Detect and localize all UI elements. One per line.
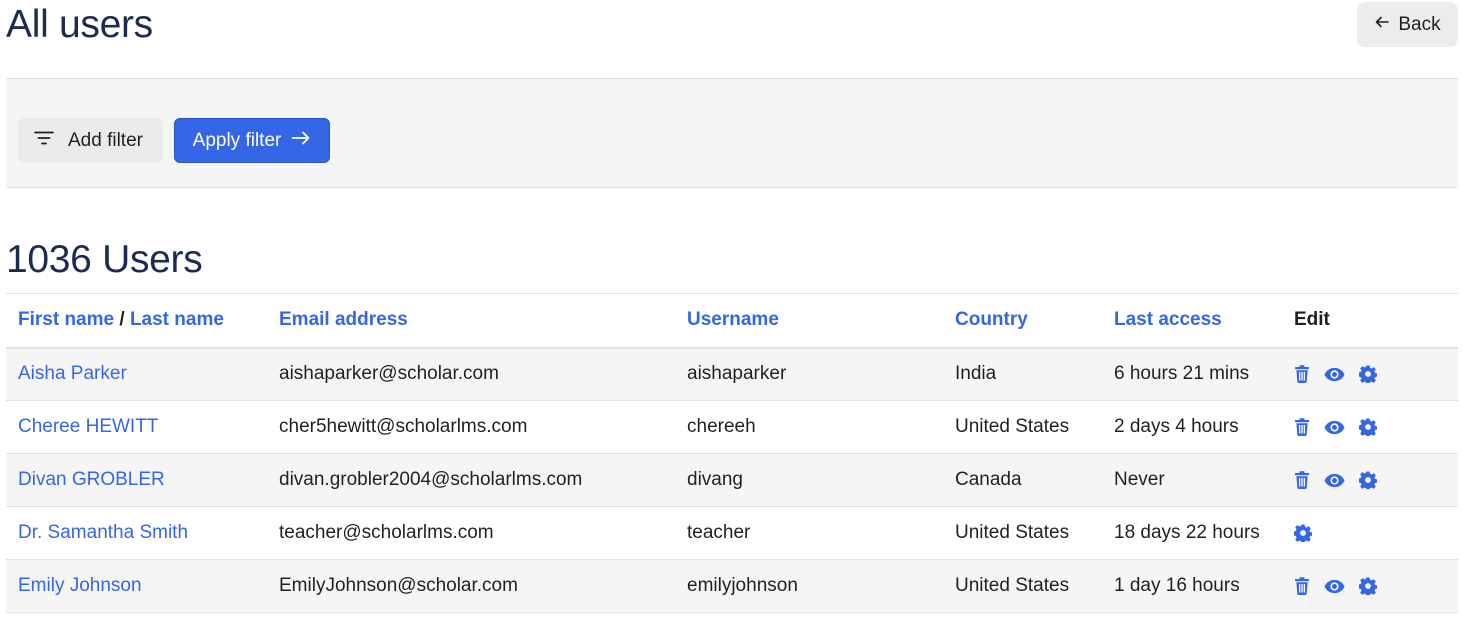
user-name-link[interactable]: Cheree HEWITT xyxy=(6,401,267,454)
sort-country-link[interactable]: Country xyxy=(943,293,1102,349)
add-filter-button[interactable]: Add filter xyxy=(18,118,163,163)
arrow-right-icon xyxy=(291,130,311,152)
last-access-cell: 6 hours 21 mins xyxy=(1114,363,1250,385)
username-cell: aishaparker xyxy=(687,363,787,385)
apply-filter-label: Apply filter xyxy=(192,129,282,151)
table-header-row: First name / Last name Email address Use… xyxy=(6,293,1458,349)
edit-actions-cell xyxy=(1282,560,1458,613)
arrow-left-icon xyxy=(1374,14,1390,36)
edit-actions-cell xyxy=(1282,401,1458,454)
page-title: All users xyxy=(6,3,153,46)
gear-icon[interactable] xyxy=(1359,577,1377,595)
back-button[interactable]: Back xyxy=(1357,2,1458,47)
gear-icon[interactable] xyxy=(1359,365,1377,384)
eye-icon[interactable] xyxy=(1324,473,1345,488)
trash-icon[interactable] xyxy=(1294,577,1310,595)
gear-icon[interactable] xyxy=(1294,524,1312,542)
last-access-cell: Never xyxy=(1114,469,1165,490)
sort-last-access-link[interactable]: Last access xyxy=(1102,293,1282,349)
user-name-link[interactable]: Emily Johnson xyxy=(6,560,267,613)
table-row: Emily Johnson EmilyJohnson@scholar.com emi… xyxy=(6,559,1458,613)
username-cell: emilyjohnson xyxy=(687,575,798,596)
users-table: First name / Last name Email address Use… xyxy=(6,293,1458,613)
email-cell: teacher@scholarlms.com xyxy=(279,522,494,543)
apply-filter-button[interactable]: Apply filter xyxy=(174,118,330,163)
user-count-heading: 1036 Users xyxy=(6,238,203,281)
user-name-link[interactable]: Dr. Samantha Smith xyxy=(6,507,267,560)
table-row: Cheree HEWITT cher5hewitt@scholarlms.com c… xyxy=(6,400,1458,454)
edit-actions-cell xyxy=(1282,507,1458,560)
sort-first-name-link[interactable]: First name xyxy=(18,309,114,330)
edit-column-header: Edit xyxy=(1282,293,1458,349)
gear-icon[interactable] xyxy=(1359,418,1377,436)
email-cell: aishaparker@scholar.com xyxy=(279,363,499,385)
last-access-cell: 18 days 22 hours xyxy=(1114,522,1260,543)
email-cell: cher5hewitt@scholarlms.com xyxy=(279,416,528,437)
country-cell: United States xyxy=(955,575,1070,596)
gear-icon[interactable] xyxy=(1359,471,1377,489)
last-access-cell: 2 days 4 hours xyxy=(1114,416,1239,437)
user-name-link[interactable]: Divan GROBLER xyxy=(6,454,267,507)
eye-icon[interactable] xyxy=(1324,367,1345,382)
email-cell: divan.grobler2004@scholarlms.com xyxy=(279,469,583,490)
username-cell: chereeh xyxy=(687,416,756,437)
filter-panel: Add filter Apply filter xyxy=(6,78,1458,188)
edit-actions-cell xyxy=(1282,348,1458,401)
table-row: Divan GROBLER divan.grobler2004@scholarlm… xyxy=(6,453,1458,507)
last-access-cell: 1 day 16 hours xyxy=(1114,575,1240,596)
email-cell: EmilyJohnson@scholar.com xyxy=(279,575,518,596)
header-separator: / xyxy=(119,309,125,331)
add-filter-label: Add filter xyxy=(68,129,143,151)
table-row: Aisha Parker aishaparker@scholar.com aisha… xyxy=(6,347,1458,401)
table-row: Dr. Samantha Smith teacher@scholarlms.com… xyxy=(6,506,1458,560)
filter-icon xyxy=(34,130,54,152)
sort-email-link[interactable]: Email address xyxy=(267,293,675,349)
country-cell: India xyxy=(955,363,997,385)
trash-icon[interactable] xyxy=(1294,418,1310,436)
country-cell: Canada xyxy=(955,469,1022,490)
trash-icon[interactable] xyxy=(1294,471,1310,489)
username-cell: teacher xyxy=(687,522,751,543)
trash-icon[interactable] xyxy=(1294,365,1310,384)
edit-actions-cell xyxy=(1282,454,1458,507)
eye-icon[interactable] xyxy=(1324,579,1345,594)
country-cell: United States xyxy=(955,522,1070,543)
name-column-header: First name / Last name xyxy=(6,293,267,349)
username-cell: divang xyxy=(687,469,743,490)
sort-last-name-link[interactable]: Last name xyxy=(130,309,224,330)
user-name-link[interactable]: Aisha Parker xyxy=(6,348,267,401)
back-button-label: Back xyxy=(1398,13,1441,35)
eye-icon[interactable] xyxy=(1324,420,1345,435)
country-cell: United States xyxy=(955,416,1070,437)
sort-username-link[interactable]: Username xyxy=(675,293,943,349)
